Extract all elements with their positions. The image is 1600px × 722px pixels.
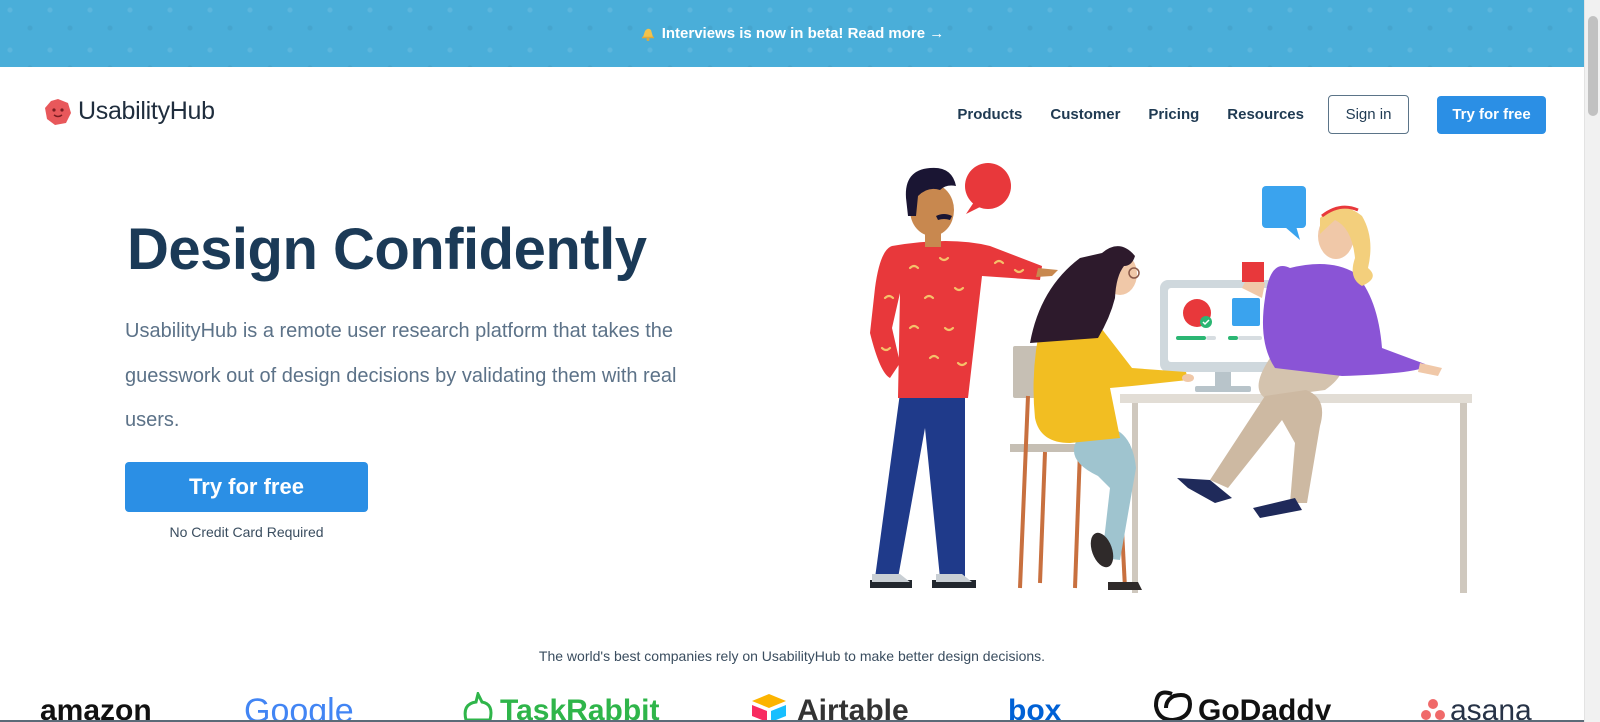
- no-credit-card-note: No Credit Card Required: [169, 524, 324, 540]
- companies-tagline: The world's best companies rely on Usabi…: [538, 648, 1046, 664]
- company-logos: amazon Google TaskRabbit Airtable box Go…: [0, 688, 1584, 722]
- hero-title: Design Confidently: [127, 217, 647, 282]
- announcement-text: Interviews is now in beta! Read more →: [661, 25, 945, 42]
- red-speech-bubble: [965, 163, 1011, 214]
- asana-icon: [1421, 699, 1445, 720]
- page-scrollbar[interactable]: [1584, 0, 1600, 722]
- site-header: UsabilityHub Products Customer Pricing R…: [0, 67, 1584, 162]
- hero-subtitle: UsabilityHub is a remote user research p…: [125, 320, 677, 431]
- nav-resources[interactable]: Resources: [1227, 106, 1304, 123]
- announcement-link[interactable]: Interviews is now in beta! Read more →: [640, 25, 945, 42]
- taskrabbit-logo: TaskRabbit: [500, 694, 660, 722]
- announcement-banner[interactable]: Interviews is now in beta! Read more →: [0, 0, 1584, 67]
- amazon-logo: amazon: [40, 694, 152, 722]
- sign-in-button[interactable]: Sign in: [1328, 95, 1409, 134]
- nav-customer[interactable]: Customer: [1050, 106, 1120, 123]
- google-logo: Google: [244, 692, 354, 722]
- logo-text: UsabilityHub: [78, 97, 215, 125]
- hero-illustration: [870, 163, 1472, 593]
- logo[interactable]: UsabilityHub: [44, 97, 215, 126]
- blue-speech-bubble: [1262, 186, 1306, 240]
- asana-logo: asana: [1450, 694, 1532, 722]
- airtable-icon: [752, 694, 786, 722]
- taskrabbit-icon: [463, 692, 493, 722]
- godaddy-icon: [1153, 690, 1193, 722]
- scrollbar-thumb[interactable]: [1588, 16, 1598, 116]
- godaddy-logo: GoDaddy: [1198, 694, 1332, 722]
- airtable-logo: Airtable: [797, 694, 909, 722]
- header-try-free-button[interactable]: Try for free: [1437, 95, 1546, 134]
- nav-products[interactable]: Products: [957, 106, 1022, 123]
- box-logo: box: [1008, 694, 1062, 722]
- nav-pricing[interactable]: Pricing: [1148, 106, 1199, 123]
- bell-icon: [641, 28, 654, 41]
- main-nav: Products Customer Pricing Resources Sign…: [957, 95, 1546, 134]
- hero-try-free-button[interactable]: Try for free: [125, 462, 368, 512]
- usabilityhub-logo-icon: [45, 98, 71, 125]
